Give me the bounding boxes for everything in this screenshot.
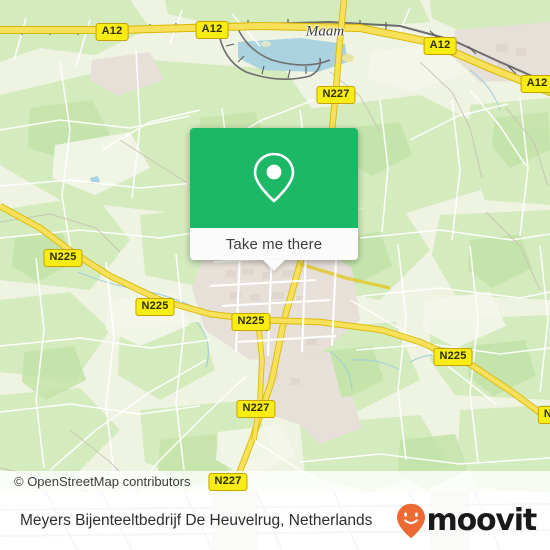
moovit-brand[interactable]: moovit — [396, 503, 538, 539]
footer-bar: Meyers Bijenteeltbedrijf De Heuvelrug, N… — [0, 492, 550, 550]
moovit-wordmark: moovit — [426, 503, 538, 538]
map-canvas[interactable]: Maam A12 A12 A12 A12 N227 N225 N225 N225… — [0, 0, 550, 492]
popup-pointer-tail — [263, 260, 285, 271]
map-pin-icon — [253, 152, 295, 203]
place-label-maam: Maam — [305, 23, 345, 40]
map-screenshot: Maam A12 A12 A12 A12 N227 N225 N225 N225… — [0, 0, 550, 550]
location-title: Meyers Bijenteeltbedrijf De Heuvelrug, N… — [20, 512, 373, 529]
popup-pin-panel — [190, 128, 358, 228]
location-popup-card[interactable]: Take me there — [190, 128, 358, 271]
road-shield-a12[interactable]: A12 — [195, 21, 229, 39]
road-shield-n225[interactable]: N225 — [135, 298, 175, 316]
road-shield-a12[interactable]: A12 — [520, 75, 550, 93]
road-shield-a12[interactable]: A12 — [423, 37, 457, 55]
road-shield-n227[interactable]: N227 — [208, 473, 248, 491]
road-shield-n225[interactable]: N225 — [231, 313, 271, 331]
osm-attribution[interactable]: © OpenStreetMap contributors — [0, 471, 550, 492]
road-shield-n225[interactable]: N225 — [43, 249, 83, 267]
popup-action-bar[interactable]: Take me there — [190, 228, 358, 271]
road-shield-n227[interactable]: N227 — [236, 400, 276, 418]
road-shield-edge-clipped[interactable]: N — [537, 406, 550, 424]
take-me-there-label: Take me there — [225, 235, 323, 253]
road-shield-n227[interactable]: N227 — [316, 86, 356, 104]
road-shield-a12[interactable]: A12 — [95, 23, 129, 41]
road-shield-n225[interactable]: N225 — [433, 348, 473, 366]
moovit-pin-smiley-icon — [396, 503, 425, 539]
